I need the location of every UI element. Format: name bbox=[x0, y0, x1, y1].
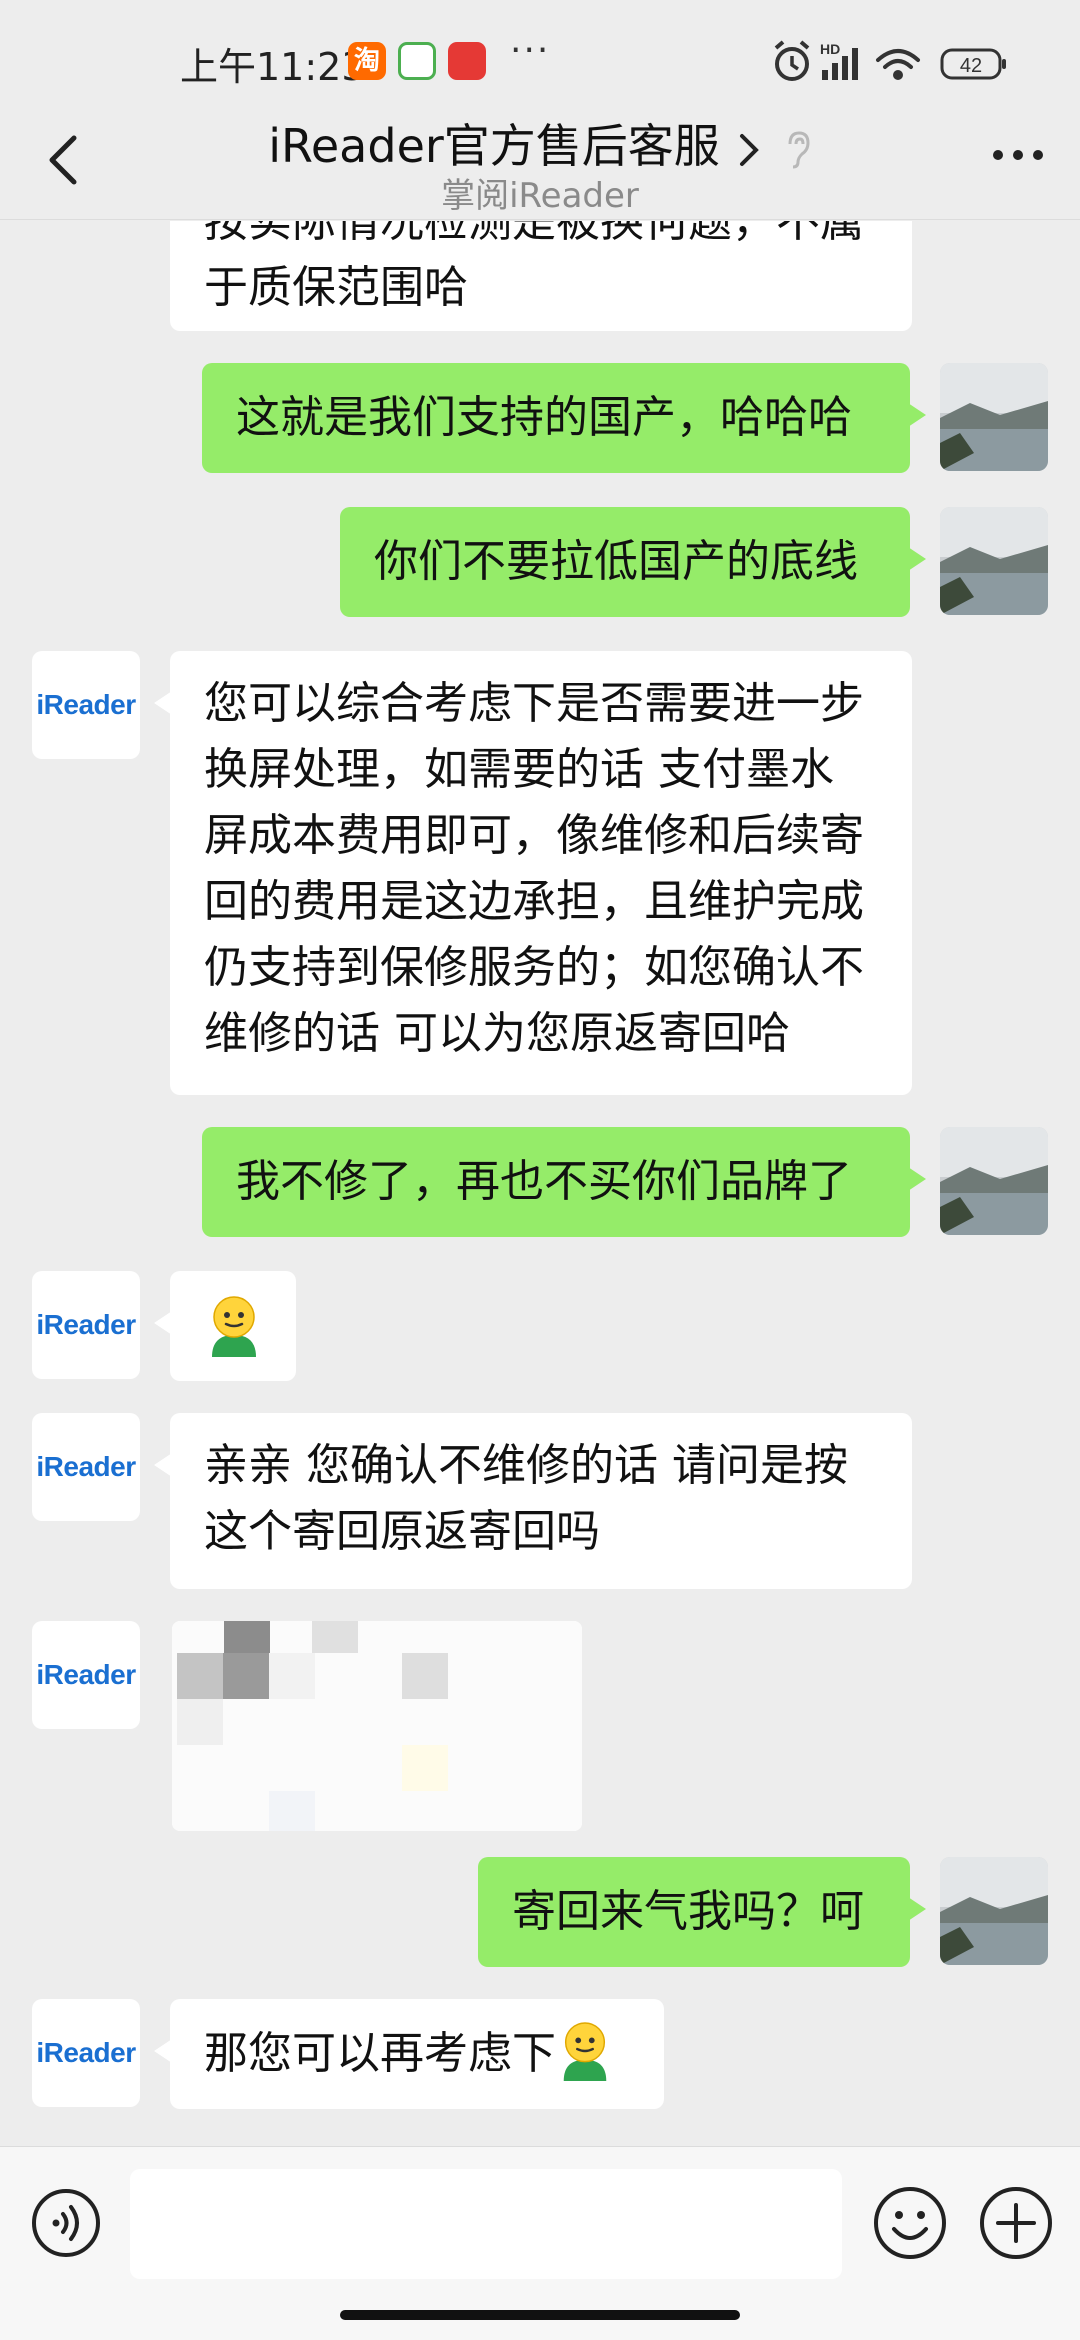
message-line: 于质保范围哈 bbox=[204, 262, 468, 313]
app-red-icon bbox=[448, 42, 486, 80]
ireader-avatar[interactable]: iReader bbox=[32, 1413, 140, 1521]
message-bubble[interactable]: 亲亲 您确认不维修的话 请问是按 这个寄回原返寄回吗 bbox=[154, 1413, 912, 1589]
message-bubble[interactable]: 您可以综合考虑下是否需要进一步 换屏处理，如需要的话 支付墨水 屏成本费用即可，… bbox=[154, 651, 912, 1095]
ireader-avatar[interactable]: iReader bbox=[32, 1999, 140, 2107]
status-time: 上午11:23 bbox=[180, 45, 366, 89]
user-avatar[interactable] bbox=[940, 1127, 1048, 1235]
message-line: 维修的话 可以为您原返寄回哈 bbox=[204, 1008, 790, 1059]
chat-area[interactable]: 按实际情况检测是被换何题，不属 于质保范围哈 这就是我们支持的国产，哈哈哈 你们… bbox=[0, 221, 1080, 2146]
pixelated-image bbox=[172, 1621, 582, 1831]
ireader-avatar[interactable]: iReader bbox=[32, 1621, 140, 1729]
message-line: 换屏处理，如需要的话 支付墨水 bbox=[204, 744, 834, 795]
landscape-avatar-image bbox=[940, 363, 1048, 471]
emoji-icon[interactable] bbox=[872, 2185, 948, 2261]
smiley-person-emoji-icon bbox=[563, 2022, 607, 2081]
landscape-avatar-image bbox=[940, 1127, 1048, 1235]
landscape-avatar-image bbox=[940, 1857, 1048, 1965]
voice-input-icon[interactable] bbox=[30, 2187, 102, 2259]
smiley-person-emoji-icon bbox=[212, 1296, 256, 1357]
chat-title[interactable]: iReader官方售后客服 bbox=[268, 110, 720, 176]
user-avatar[interactable] bbox=[940, 363, 1048, 471]
message-line: 你们不要拉低国产的底线 bbox=[374, 536, 858, 587]
message-bubble[interactable]: 按实际情况检测是被换何题，不属 于质保范围哈 bbox=[170, 221, 912, 331]
ireader-avatar[interactable]: iReader bbox=[32, 1271, 140, 1379]
chat-header: iReader官方售后客服 掌阅iReader bbox=[0, 110, 1080, 220]
message-bubble[interactable]: 我不修了，再也不买你们品牌了 bbox=[202, 1127, 926, 1237]
wifi-icon bbox=[876, 49, 920, 80]
avatar-brand-text: iReader bbox=[36, 2037, 136, 2068]
hd-label: HD bbox=[820, 41, 840, 57]
message-line: 这个寄回原返寄回吗 bbox=[204, 1506, 600, 1557]
user-avatar[interactable] bbox=[940, 507, 1048, 615]
chat-subtitle: 掌阅iReader bbox=[441, 176, 639, 216]
message-line: 回的费用是这边承担，且维护完成 bbox=[204, 876, 864, 927]
taobao-icon: 淘 bbox=[348, 42, 386, 80]
message-bubble[interactable] bbox=[154, 1271, 296, 1381]
taobao-icon-label: 淘 bbox=[353, 46, 380, 76]
status-icons: HD 42 bbox=[774, 40, 1006, 81]
landscape-avatar-image bbox=[940, 507, 1048, 615]
status-more-icon: ··· bbox=[510, 30, 551, 71]
alarm-icon bbox=[774, 40, 810, 81]
home-indicator[interactable] bbox=[340, 2310, 740, 2320]
message-line: 按实际情况检测是被换何题，不属 bbox=[204, 221, 864, 247]
message-bubble[interactable]: 这就是我们支持的国产，哈哈哈 bbox=[202, 363, 926, 473]
avatar-brand-text: iReader bbox=[36, 1309, 136, 1340]
ireader-avatar[interactable]: iReader bbox=[32, 651, 140, 759]
user-avatar[interactable] bbox=[940, 1857, 1048, 1965]
message-line: 那您可以再考虑下 bbox=[204, 2028, 556, 2079]
chevron-right-icon[interactable] bbox=[738, 132, 760, 168]
app-green-icon bbox=[398, 42, 436, 80]
battery-icon: 42 bbox=[940, 48, 1006, 80]
message-bubble[interactable]: 你们不要拉低国产的底线 bbox=[340, 507, 926, 617]
status-bar: 上午11:23 淘 ··· HD 42 bbox=[0, 0, 1080, 110]
message-line: 屏成本费用即可，像维修和后续寄 bbox=[204, 810, 864, 861]
plus-icon[interactable] bbox=[978, 2185, 1054, 2261]
message-line: 亲亲 您确认不维修的话 请问是按 bbox=[204, 1440, 848, 1491]
avatar-brand-text: iReader bbox=[36, 1659, 136, 1690]
message-bubble[interactable]: 那您可以再考虑下 bbox=[154, 1999, 664, 2109]
chat-title-row[interactable]: iReader官方售后客服 bbox=[0, 110, 1080, 176]
message-input[interactable] bbox=[130, 2169, 842, 2279]
ear-icon bbox=[788, 130, 810, 168]
battery-level: 42 bbox=[960, 55, 982, 77]
message-line: 寄回来气我吗？呵 bbox=[512, 1886, 864, 1937]
avatar-brand-text: iReader bbox=[36, 1451, 136, 1482]
message-line: 这就是我们支持的国产，哈哈哈 bbox=[236, 392, 852, 443]
message-line: 我不修了，再也不买你们品牌了 bbox=[236, 1156, 852, 1207]
more-options-icon[interactable] bbox=[990, 146, 1046, 164]
avatar-brand-text: iReader bbox=[36, 689, 136, 720]
message-line: 您可以综合考虑下是否需要进一步 bbox=[204, 678, 864, 729]
message-line: 仍支持到保修服务的；如您确认不 bbox=[204, 942, 864, 993]
message-bubble[interactable]: 寄回来气我吗？呵 bbox=[478, 1857, 926, 1967]
image-message[interactable] bbox=[172, 1621, 582, 1831]
